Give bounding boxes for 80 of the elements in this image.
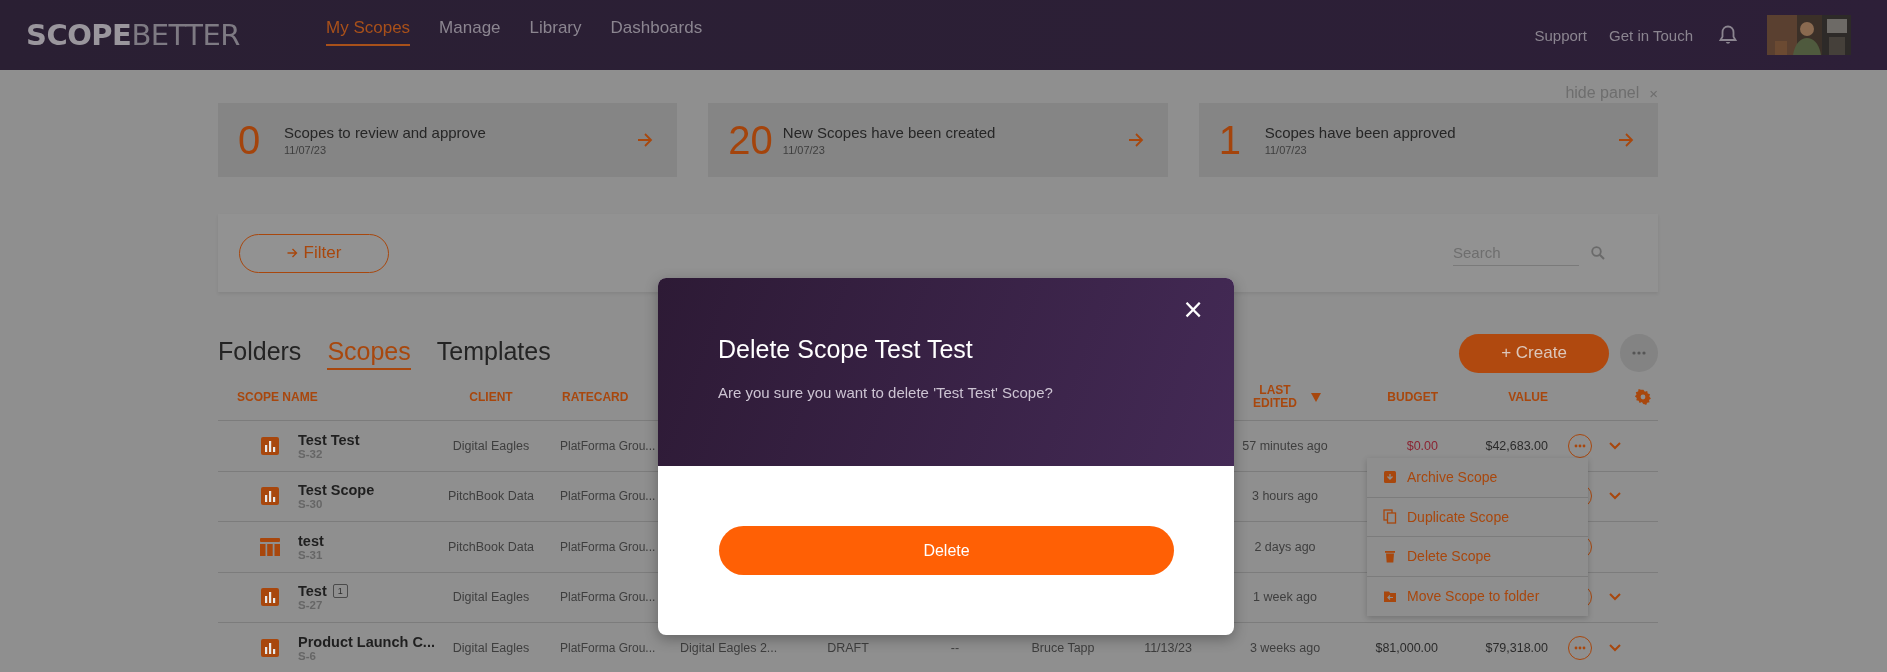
- chevron-down-icon[interactable]: [1609, 593, 1621, 602]
- nav-link[interactable]: Dashboards: [610, 18, 703, 46]
- scope-name[interactable]: Test: [298, 583, 327, 600]
- header-link[interactable]: Get in Touch: [1609, 26, 1693, 44]
- nav-link[interactable]: My Scopes: [326, 18, 411, 46]
- card-text: Scopes to review and approve: [284, 124, 487, 141]
- arrow-right-icon: [286, 248, 298, 258]
- comment-count[interactable]: 1: [332, 584, 348, 599]
- more-icon: [1632, 351, 1646, 355]
- nav-link[interactable]: Library: [529, 18, 582, 46]
- card-count: 20: [728, 117, 773, 163]
- chevron-down-icon[interactable]: [1609, 643, 1621, 652]
- table-cell: 2 days ago: [1254, 539, 1316, 554]
- table-cell: 1 week ago: [1253, 590, 1317, 605]
- dialog-title: Delete Scope Test Test: [718, 335, 974, 364]
- tab[interactable]: Folders: [218, 336, 302, 370]
- bar-chart-icon[interactable]: [261, 436, 279, 455]
- bar-chart-icon[interactable]: [261, 638, 279, 657]
- scope-name[interactable]: Test Test: [298, 431, 360, 448]
- delete-button[interactable]: Delete: [719, 526, 1174, 575]
- card-text: New Scopes have been created: [782, 124, 997, 141]
- table-cell: Digital Eagles: [452, 640, 530, 655]
- scope-name[interactable]: Test Scope: [298, 482, 375, 499]
- arrow-right-icon[interactable]: [1127, 133, 1144, 147]
- table-cell: Digital Eagles: [452, 438, 530, 453]
- chevron-down-icon[interactable]: [1609, 492, 1621, 501]
- card-count: 0: [238, 117, 262, 163]
- table-cell: PlatForma Grou...: [560, 539, 656, 554]
- table-cell: PitchBook Data: [447, 539, 535, 554]
- table-cell: Bruce Tapp: [1031, 640, 1095, 655]
- table-cell: DRAFT: [827, 640, 869, 655]
- settings-icon[interactable]: [1635, 389, 1651, 405]
- tab[interactable]: Templates: [436, 336, 551, 370]
- table-cell: --: [950, 640, 960, 655]
- chevron-down-icon[interactable]: [1609, 441, 1621, 450]
- trash-icon: [1383, 548, 1397, 564]
- search-icon[interactable]: [1591, 246, 1605, 260]
- close-button[interactable]: ×: [1178, 294, 1208, 324]
- nav-link[interactable]: Manage: [439, 18, 501, 46]
- summary-card[interactable]: 1 Scopes have been approved 11/07/23: [1198, 103, 1658, 177]
- table-cell: PitchBook Data: [447, 489, 535, 504]
- table-cell: PlatForma Grou...: [560, 590, 656, 605]
- more-icon: [1574, 443, 1586, 448]
- table-cell: PlatForma Grou...: [560, 640, 656, 655]
- table-cell: $81,000.00: [1375, 640, 1438, 655]
- table-cell: PlatForma Grou...: [560, 438, 656, 453]
- arrow-right-icon[interactable]: [637, 133, 654, 147]
- summary-card[interactable]: 0 Scopes to review and approve 11/07/23: [218, 103, 678, 177]
- more-button[interactable]: [1620, 334, 1658, 372]
- card-text: Scopes have been approved: [1264, 124, 1457, 141]
- card-date: 11/07/23: [1264, 144, 1308, 156]
- copy-icon: [1383, 509, 1397, 525]
- table-cell: 57 minutes ago: [1242, 438, 1328, 453]
- bar-chart-icon[interactable]: [261, 487, 279, 506]
- summary-card[interactable]: 20 New Scopes have been created 11/07/23: [708, 103, 1168, 177]
- table-cell: $42,683.00: [1485, 438, 1548, 453]
- table-cell: PlatForma Grou...: [560, 489, 656, 504]
- archive-box-icon: [1383, 469, 1397, 485]
- table-cell: 3 weeks ago: [1249, 640, 1321, 655]
- card-date: 11/07/23: [782, 144, 826, 156]
- table-icon[interactable]: [260, 537, 280, 556]
- table-cell: Digital Eagles 2...: [680, 640, 778, 655]
- card-date: 11/07/23: [284, 144, 327, 156]
- dialog-message: Are you sure you want to delete 'Test Test' Scope?: [718, 384, 1054, 401]
- sort-arrow-icon[interactable]: [1311, 392, 1321, 402]
- bar-chart-icon[interactable]: [261, 588, 279, 607]
- table-cell: Digital Eagles: [452, 590, 530, 605]
- arrow-right-icon[interactable]: [1618, 133, 1634, 147]
- logo[interactable]: SCOPEBETTER: [26, 18, 240, 52]
- card-count: 1: [1218, 117, 1242, 163]
- table-cell: 3 hours ago: [1252, 489, 1318, 504]
- header-link[interactable]: Support: [1534, 26, 1588, 44]
- bell-icon[interactable]: [1719, 25, 1737, 45]
- scope-name[interactable]: Product Launch C...: [298, 633, 435, 650]
- more-icon: [1574, 645, 1586, 650]
- table-cell: $0.00: [1406, 438, 1438, 453]
- table-cell: $79,318.00: [1485, 640, 1548, 655]
- scope-name[interactable]: test: [298, 532, 324, 549]
- create-button[interactable]: + Create: [1459, 333, 1609, 373]
- table-cell: 11/13/23: [1144, 640, 1192, 655]
